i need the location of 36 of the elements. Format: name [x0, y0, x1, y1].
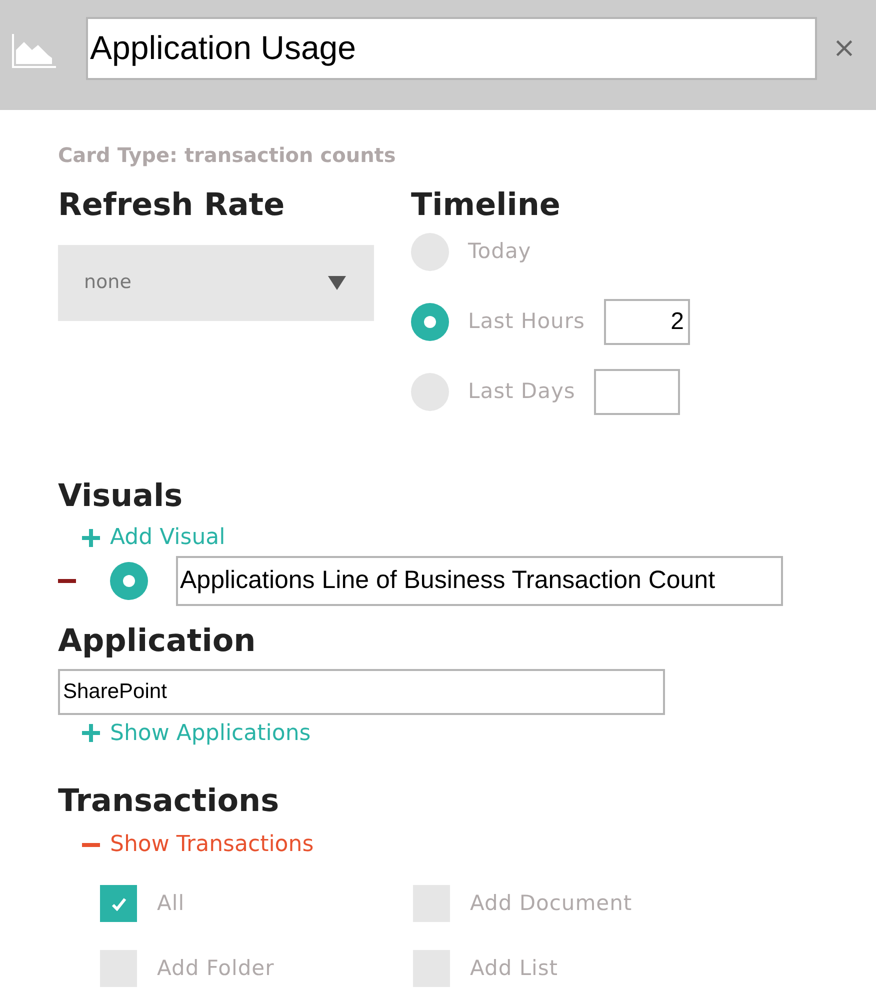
area-chart-icon	[12, 34, 56, 68]
check-icon	[110, 896, 126, 910]
section-heading: Refresh Rate	[58, 186, 286, 225]
toggle-link[interactable]: Show Transactions	[110, 828, 314, 861]
plus-icon	[82, 528, 100, 546]
card-type-label: Card Type: transaction counts	[58, 142, 397, 169]
section-heading: Timeline	[411, 186, 562, 225]
number-field[interactable]	[594, 368, 680, 414]
close-icon[interactable]: ×	[832, 27, 856, 69]
toggle-link[interactable]: Show Applications	[110, 716, 311, 750]
section-heading: Visuals	[58, 476, 184, 516]
refresh-rate-dropdown[interactable]: none	[58, 244, 374, 320]
radio-button[interactable]	[411, 302, 449, 340]
application-field[interactable]: SharePoint	[58, 668, 665, 714]
checkbox-label[interactable]: Add Document	[470, 888, 632, 920]
section-heading: Transactions	[58, 782, 280, 820]
radio-label[interactable]: Last Hours	[468, 306, 585, 338]
checkbox[interactable]	[413, 885, 450, 922]
remove-icon[interactable]	[58, 579, 76, 583]
radio-label[interactable]: Last Days	[468, 376, 576, 408]
title-field[interactable]: Application Usage	[86, 16, 817, 80]
checkbox[interactable]	[413, 950, 450, 987]
radio-button[interactable]	[110, 562, 148, 600]
checkbox-label[interactable]: Add Folder	[157, 952, 274, 984]
checkbox-label[interactable]: All	[157, 888, 185, 920]
radio-button[interactable]	[411, 372, 449, 410]
number-field[interactable]: 2	[604, 298, 690, 344]
radio-button[interactable]	[411, 232, 449, 270]
radio-label[interactable]: Today	[468, 236, 532, 268]
checkbox[interactable]	[100, 885, 137, 922]
toggle-link[interactable]: Add Visual	[110, 521, 226, 554]
checkbox[interactable]	[100, 950, 137, 987]
checkbox-label[interactable]: Add List	[470, 952, 558, 984]
dropdown-arrow-icon	[328, 276, 346, 290]
section-heading: Application	[58, 622, 257, 661]
visual-name-field[interactable]: Applications Line of Business Transaction Count	[176, 556, 783, 606]
